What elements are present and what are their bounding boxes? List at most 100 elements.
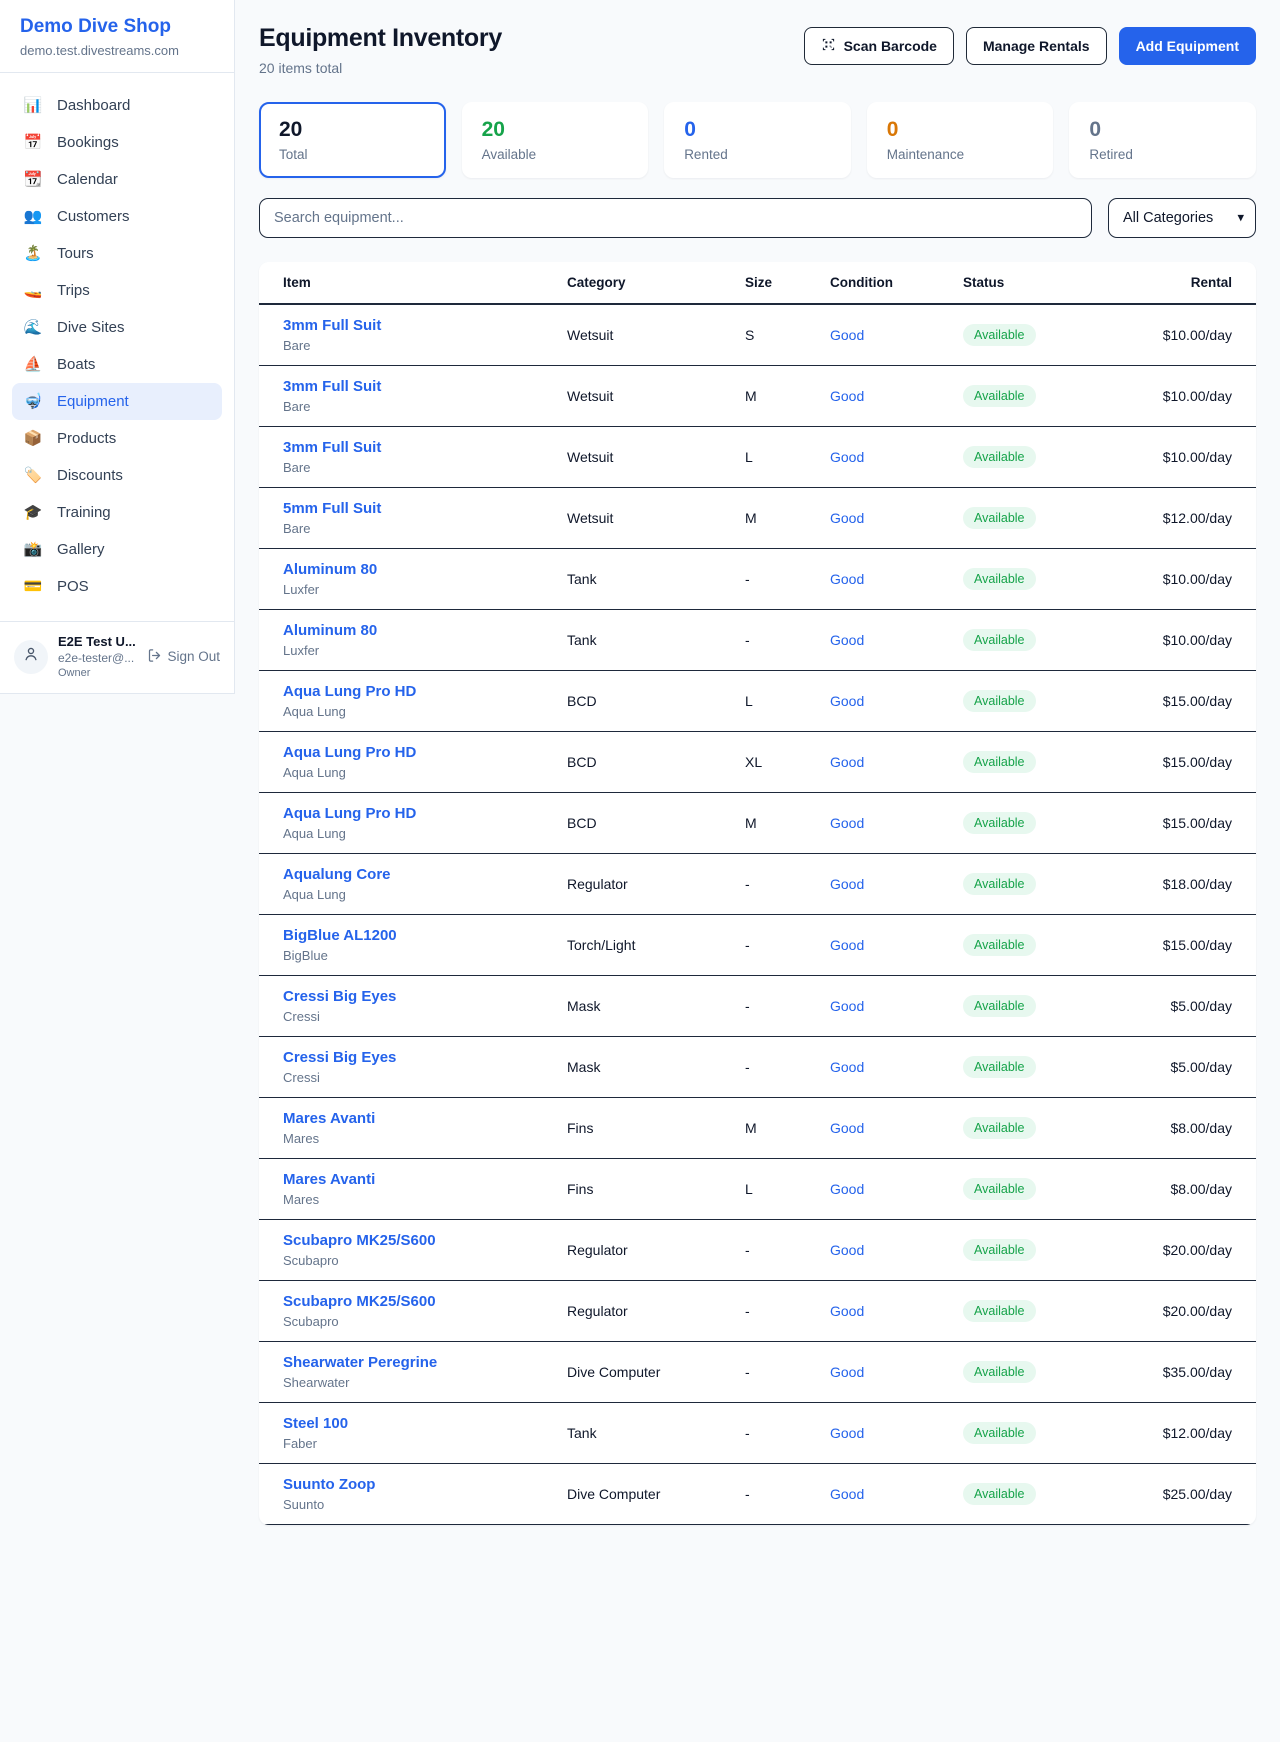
item-link[interactable]: Aqualung Core (283, 866, 391, 883)
condition-link[interactable]: Good (830, 449, 864, 465)
table-row: Shearwater PeregrineShearwaterDive Compu… (259, 1342, 1256, 1403)
condition-link[interactable]: Good (830, 876, 864, 892)
sidebar-item-bookings[interactable]: 📅Bookings (12, 124, 222, 161)
size-cell: M (737, 793, 822, 854)
condition-link[interactable]: Good (830, 571, 864, 587)
add-equipment-label: Add Equipment (1136, 38, 1239, 54)
item-link[interactable]: 3mm Full Suit (283, 317, 381, 334)
item-link[interactable]: 3mm Full Suit (283, 439, 381, 456)
category-cell: Mask (559, 1037, 737, 1098)
condition-link[interactable]: Good (830, 815, 864, 831)
manage-rentals-button[interactable]: Manage Rentals (966, 27, 1107, 65)
sidebar-item-trips[interactable]: 🚤Trips (12, 272, 222, 309)
condition-link[interactable]: Good (830, 1120, 864, 1136)
rental-cell: $18.00/day (1105, 854, 1256, 915)
status-badge: Available (963, 812, 1036, 834)
item-link[interactable]: Mares Avanti (283, 1171, 375, 1188)
size-cell: - (737, 976, 822, 1037)
sidebar-item-boats[interactable]: ⛵Boats (12, 346, 222, 383)
condition-link[interactable]: Good (830, 1242, 864, 1258)
condition-link[interactable]: Good (830, 1364, 864, 1380)
sidebar-item-calendar[interactable]: 📆Calendar (12, 161, 222, 198)
stat-value: 20 (279, 118, 426, 142)
stat-card-retired[interactable]: 0Retired (1069, 102, 1256, 178)
category-select[interactable]: All Categories (1108, 198, 1256, 238)
item-link[interactable]: Suunto Zoop (283, 1476, 375, 1493)
condition-cell: Good (822, 976, 955, 1037)
sidebar-item-equipment[interactable]: 🤿Equipment (12, 383, 222, 420)
condition-link[interactable]: Good (830, 632, 864, 648)
user-info: E2E Test U... e2e-tester@... Owner (58, 634, 137, 679)
stat-card-available[interactable]: 20Available (462, 102, 649, 178)
item-brand: Luxfer (283, 582, 551, 597)
condition-link[interactable]: Good (830, 1059, 864, 1075)
sidebar-item-dashboard[interactable]: 📊Dashboard (12, 87, 222, 124)
category-cell: Regulator (559, 1281, 737, 1342)
item-cell: Aqua Lung Pro HDAqua Lung (259, 671, 559, 732)
size-cell: XL (737, 732, 822, 793)
sidebar-item-training[interactable]: 🎓Training (12, 494, 222, 531)
item-link[interactable]: Scubapro MK25/S600 (283, 1232, 436, 1249)
status-cell: Available (955, 732, 1105, 793)
status-badge: Available (963, 507, 1036, 529)
item-link[interactable]: 5mm Full Suit (283, 500, 381, 517)
item-link[interactable]: Aqua Lung Pro HD (283, 683, 416, 700)
status-badge: Available (963, 629, 1036, 651)
item-link[interactable]: Steel 100 (283, 1415, 348, 1432)
item-link[interactable]: BigBlue AL1200 (283, 927, 397, 944)
condition-cell: Good (822, 793, 955, 854)
stat-card-total[interactable]: 20Total (259, 102, 446, 178)
item-link[interactable]: Aqua Lung Pro HD (283, 805, 416, 822)
item-link[interactable]: Scubapro MK25/S600 (283, 1293, 436, 1310)
brand-name[interactable]: Demo Dive Shop (20, 16, 214, 38)
condition-link[interactable]: Good (830, 754, 864, 770)
item-link[interactable]: 3mm Full Suit (283, 378, 381, 395)
item-link[interactable]: Aluminum 80 (283, 622, 377, 639)
brand-block: Demo Dive Shop demo.test.divestreams.com (0, 0, 234, 72)
add-equipment-button[interactable]: Add Equipment (1119, 27, 1256, 65)
category-cell: Wetsuit (559, 304, 737, 366)
sidebar-item-pos[interactable]: 💳POS (12, 568, 222, 605)
item-link[interactable]: Aluminum 80 (283, 561, 377, 578)
condition-link[interactable]: Good (830, 1303, 864, 1319)
item-cell: Aluminum 80 Luxfer (259, 549, 559, 610)
table-body: 3mm Full SuitBareWetsuitSGoodAvailable$1… (259, 304, 1256, 1525)
item-brand: Shearwater (283, 1375, 551, 1390)
sidebar-item-products[interactable]: 📦Products (12, 420, 222, 457)
stat-label: Rented (684, 147, 831, 162)
item-link[interactable]: Mares Avanti (283, 1110, 375, 1127)
condition-cell: Good (822, 1037, 955, 1098)
condition-link[interactable]: Good (830, 1425, 864, 1441)
item-link[interactable]: Cressi Big Eyes (283, 988, 396, 1005)
sidebar-item-customers[interactable]: 👥Customers (12, 198, 222, 235)
rental-cell: $10.00/day (1105, 304, 1256, 366)
item-link[interactable]: Cressi Big Eyes (283, 1049, 396, 1066)
category-cell: Regulator (559, 854, 737, 915)
condition-link[interactable]: Good (830, 998, 864, 1014)
item-cell: Shearwater Peregrine Shearwater (259, 1342, 559, 1403)
stat-card-rented[interactable]: 0 Rented (664, 102, 851, 178)
stat-value: 0 (684, 118, 831, 142)
sign-out-button[interactable]: Sign Out (147, 648, 220, 666)
search-input[interactable] (259, 198, 1092, 238)
table-row: 3mm Full SuitBareWetsuitLGoodAvailable$1… (259, 427, 1256, 488)
sidebar-item-discounts[interactable]: 🏷️Discounts (12, 457, 222, 494)
condition-link[interactable]: Good (830, 937, 864, 953)
condition-link[interactable]: Good (830, 327, 864, 343)
sidebar-item-gallery[interactable]: 📸Gallery (12, 531, 222, 568)
scan-barcode-button[interactable]: Scan Barcode (804, 27, 954, 65)
condition-link[interactable]: Good (830, 693, 864, 709)
sidebar-item-tours[interactable]: 🏝️Tours (12, 235, 222, 272)
condition-link[interactable]: Good (830, 1486, 864, 1502)
status-cell: Available (955, 976, 1105, 1037)
table-row: BigBlue AL1200BigBlueTorch/Light-GoodAva… (259, 915, 1256, 976)
table-row: Aqua Lung Pro HDAqua LungBCDMGoodAvailab… (259, 793, 1256, 854)
item-link[interactable]: Shearwater Peregrine (283, 1354, 437, 1371)
condition-link[interactable]: Good (830, 388, 864, 404)
condition-link[interactable]: Good (830, 510, 864, 526)
condition-link[interactable]: Good (830, 1181, 864, 1197)
gallery-icon: 📸 (22, 542, 44, 557)
sidebar-item-dive-sites[interactable]: 🌊Dive Sites (12, 309, 222, 346)
stat-card-maintenance[interactable]: 0Maintenance (867, 102, 1054, 178)
item-link[interactable]: Aqua Lung Pro HD (283, 744, 416, 761)
